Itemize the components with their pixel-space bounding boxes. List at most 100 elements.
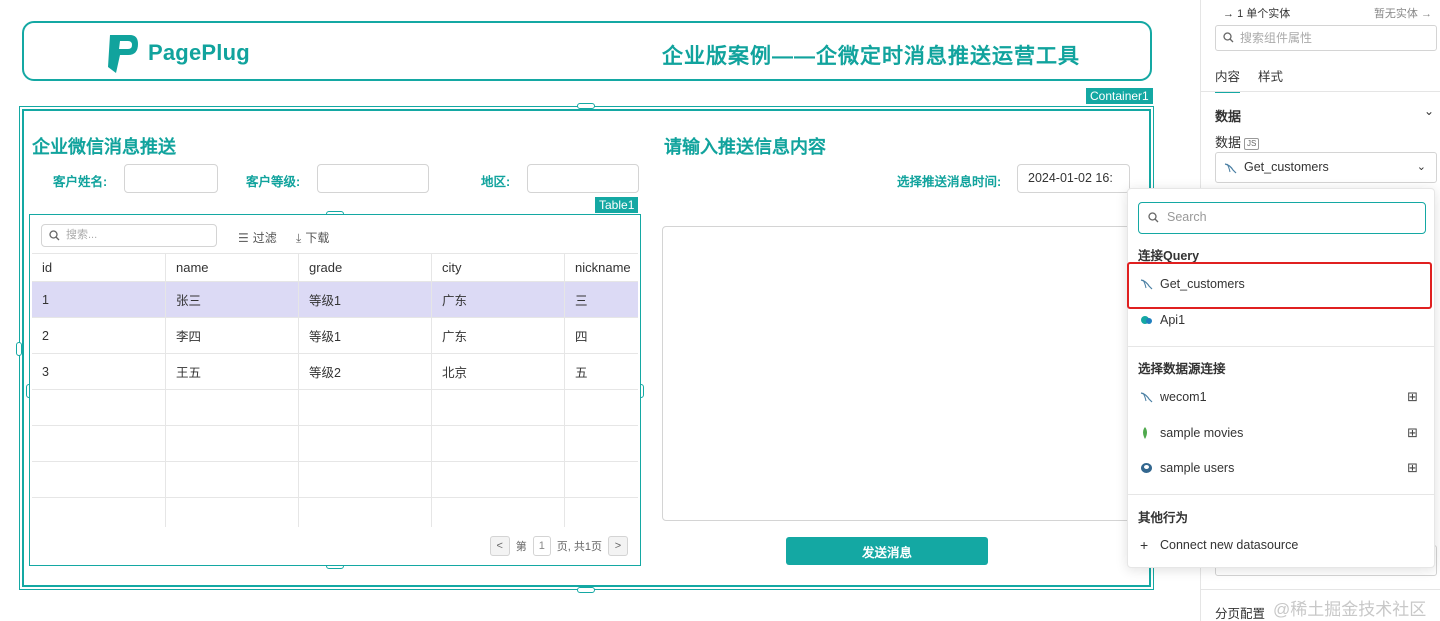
- resize-handle-bottom[interactable]: [577, 587, 595, 593]
- add-query-icon[interactable]: ⊞: [1407, 456, 1418, 480]
- js-toggle[interactable]: JS: [1244, 138, 1260, 150]
- chevron-right-icon: >: [614, 540, 622, 552]
- left-section-title: 企业微信消息推送: [32, 137, 176, 157]
- datasource-item-wecom1[interactable]: wecom1 ⊞: [1138, 385, 1426, 409]
- table-cell: 等级1: [298, 318, 431, 353]
- customer-grade-label: 客户等级:: [246, 175, 301, 189]
- no-entity[interactable]: 暂无实体 →: [1374, 5, 1432, 21]
- send-message-button[interactable]: 发送消息: [786, 537, 988, 565]
- push-time-label: 选择推送消息时间:: [897, 175, 1002, 189]
- table-row[interactable]: 3 王五 等级2 北京 五: [32, 353, 638, 389]
- datasource-item-sample-users[interactable]: sample users ⊞: [1138, 456, 1426, 480]
- search-icon: [1148, 212, 1159, 223]
- datasource-label: sample movies: [1160, 426, 1244, 440]
- divider: [1128, 494, 1434, 495]
- table-cell: 王五: [165, 354, 298, 389]
- table-pagination: < 第 1 页, 共1页 >: [489, 536, 628, 556]
- no-entity-label: 暂无实体: [1373, 8, 1418, 20]
- filter-icon: ☰: [238, 231, 249, 245]
- tab-content[interactable]: 内容: [1215, 66, 1241, 93]
- customer-name-label: 客户姓名:: [53, 175, 108, 189]
- query-item-api1[interactable]: Api1: [1138, 308, 1426, 332]
- table-cell: 三: [564, 282, 638, 317]
- filter-button[interactable]: ☰ 过滤: [238, 229, 277, 246]
- dropdown-search-input[interactable]: Search: [1138, 202, 1426, 234]
- datasource-label: wecom1: [1160, 390, 1207, 404]
- tab-style[interactable]: 样式: [1258, 66, 1283, 85]
- push-time-picker[interactable]: 2024-01-02 16:: [1017, 164, 1130, 193]
- table-empty-row: [32, 497, 638, 527]
- prev-page-button[interactable]: <: [489, 536, 510, 556]
- table1[interactable]: 搜索... ☰ 过滤 ⤓ 下载 id name grade city nicknam…: [29, 214, 641, 566]
- pagination-config-label[interactable]: 分页配置: [1215, 603, 1265, 621]
- canvas: PagePlug 企业版案例——企微定时消息推送运营工具 Container1 …: [0, 0, 1200, 621]
- column-header[interactable]: grade: [298, 254, 431, 281]
- table-row[interactable]: 1 张三 等级1 广东 三: [32, 281, 638, 317]
- arrow-right-icon: →: [1417, 8, 1432, 20]
- table-cell: 北京: [431, 354, 564, 389]
- table-cell: 广东: [431, 282, 564, 317]
- table-header-row: id name grade city nickname: [32, 253, 638, 281]
- pager-prefix: 第: [515, 541, 527, 553]
- column-header[interactable]: city: [431, 254, 564, 281]
- data-label-text: 数据: [1215, 135, 1242, 150]
- column-header[interactable]: id: [32, 254, 165, 281]
- region-input[interactable]: [527, 164, 639, 193]
- plus-icon: +: [1140, 537, 1149, 553]
- resize-handle-left[interactable]: [16, 342, 22, 356]
- divider: [1201, 589, 1440, 590]
- next-page-button[interactable]: >: [608, 536, 628, 556]
- property-search-input[interactable]: 搜索组件属性: [1215, 25, 1437, 51]
- message-content-textarea[interactable]: [662, 226, 1140, 521]
- table-cell: 四: [564, 318, 638, 353]
- resize-handle-top[interactable]: [577, 103, 595, 109]
- table-grid: id name grade city nickname 1 张三 等级1 广东 …: [32, 253, 638, 527]
- entity-count-label: 1 单个实体: [1237, 8, 1291, 20]
- download-button[interactable]: ⤓ 下载: [296, 229, 329, 246]
- watermark: @稀土掘金技术社区: [1273, 600, 1427, 619]
- download-label: 下载: [305, 231, 330, 245]
- chevron-down-icon: ⌄: [1416, 161, 1426, 173]
- table-search-placeholder: 搜索...: [66, 229, 98, 241]
- search-icon: [1223, 32, 1234, 43]
- datasource-heading: 选择数据源连接: [1138, 362, 1226, 376]
- table-cell: 3: [42, 364, 49, 379]
- header-container[interactable]: PagePlug 企业版案例——企微定时消息推送运营工具: [22, 21, 1152, 81]
- chevron-left-icon: <: [496, 540, 503, 552]
- data-source-select[interactable]: Get_customers ⌄: [1215, 152, 1437, 183]
- table-search-input[interactable]: 搜索...: [41, 224, 217, 247]
- postgres-icon: [1141, 463, 1152, 473]
- api-icon: [1141, 316, 1152, 324]
- arrow-right-icon: →: [1223, 8, 1238, 20]
- connect-new-datasource[interactable]: + Connect new datasource: [1138, 533, 1426, 557]
- table-cell: 2: [42, 328, 49, 343]
- add-query-icon[interactable]: ⊞: [1407, 385, 1418, 409]
- table-cell: 1: [42, 292, 49, 307]
- divider: [1128, 346, 1434, 347]
- data-source-dropdown: Search 连接Query Get_customers Api1 选择数据源连…: [1127, 188, 1435, 568]
- data-section-title[interactable]: 数据: [1215, 106, 1241, 125]
- customer-name-input[interactable]: [124, 164, 218, 193]
- customer-grade-input[interactable]: [317, 164, 429, 193]
- table-empty-row: [32, 425, 638, 461]
- download-icon: ⤓: [296, 231, 302, 245]
- highlight-box: [1127, 262, 1432, 309]
- table-cell: 等级1: [298, 282, 431, 317]
- column-header[interactable]: name: [165, 254, 298, 281]
- dropdown-search-placeholder: Search: [1167, 210, 1207, 224]
- query-label: Api1: [1160, 313, 1186, 327]
- divider: [1201, 91, 1440, 92]
- datasource-item-sample-movies[interactable]: sample movies ⊞: [1138, 421, 1426, 445]
- chevron-down-icon[interactable]: ⌄: [1424, 104, 1434, 118]
- table-cell: 广东: [431, 318, 564, 353]
- entity-count[interactable]: → 1 单个实体: [1223, 5, 1290, 21]
- table-cell: 等级2: [298, 354, 431, 389]
- current-page-input[interactable]: 1: [532, 536, 551, 556]
- table-tag[interactable]: Table1: [595, 197, 639, 213]
- table-row[interactable]: 2 李四 等级1 广东 四: [32, 317, 638, 353]
- pager-suffix: 页, 共1页: [556, 541, 602, 553]
- container-tag[interactable]: Container1: [1086, 88, 1153, 104]
- add-query-icon[interactable]: ⊞: [1407, 421, 1418, 445]
- connect-new-label: Connect new datasource: [1160, 538, 1299, 552]
- column-header[interactable]: nickname: [564, 254, 638, 281]
